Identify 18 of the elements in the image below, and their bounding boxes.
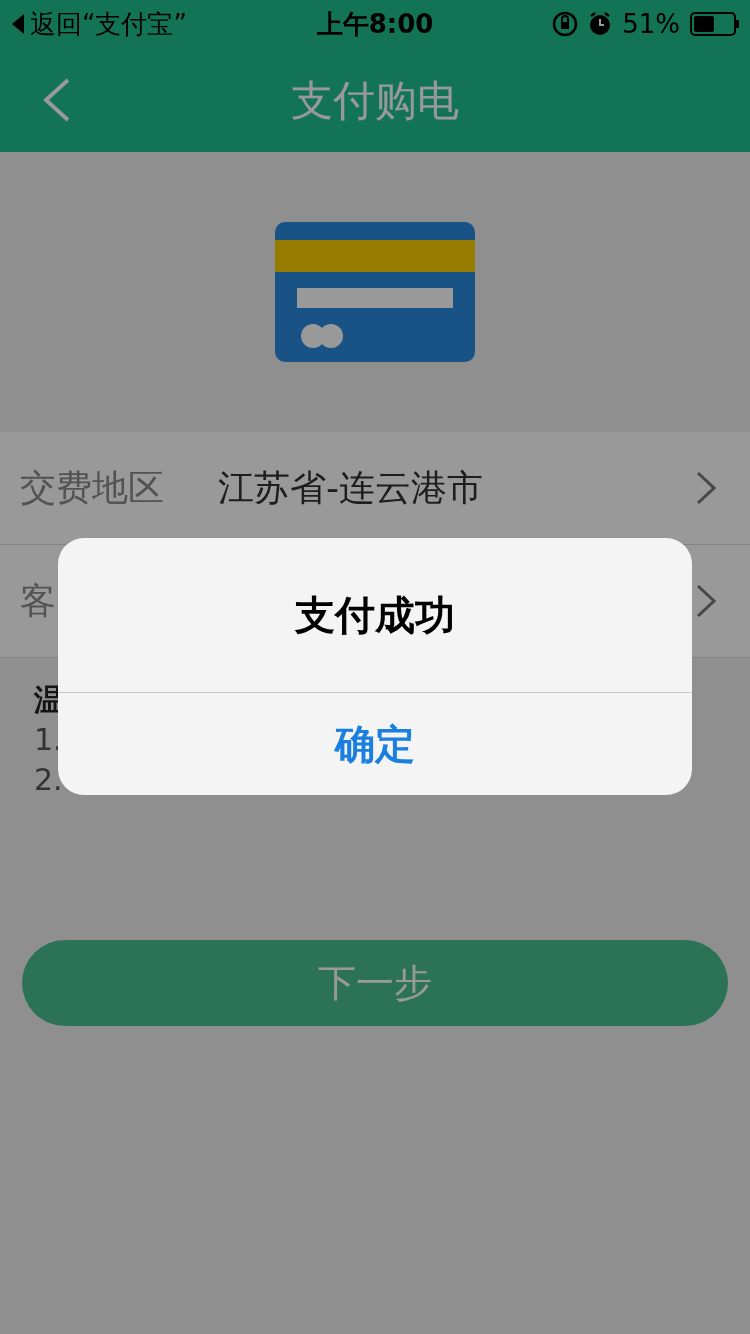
battery-icon: [690, 12, 740, 36]
form-row[interactable]: 交费地区 江苏省-连云港市: [0, 432, 750, 545]
back-triangle-icon[interactable]: [10, 13, 26, 35]
row-label: 交费地区: [20, 466, 164, 510]
confirm-button[interactable]: 确定: [58, 693, 692, 795]
row-label: 客: [20, 579, 56, 623]
status-time: 上午8:00: [316, 7, 434, 41]
back-to-app-link[interactable]: 返回“支付宝”: [30, 4, 187, 44]
bank-card-icon: [275, 222, 475, 362]
alarm-icon: [588, 11, 613, 37]
dialog-title: 支付成功: [295, 591, 455, 640]
page-title: 支付购电: [290, 74, 460, 127]
rotation-lock-icon: [552, 11, 579, 37]
next-step-button[interactable]: 下一步: [22, 940, 728, 1026]
row-value: 江苏省-连云港市: [218, 466, 484, 510]
chevron-right-icon: [696, 584, 716, 618]
chevron-right-icon: [696, 471, 716, 505]
battery-percent: 51%: [622, 7, 680, 41]
